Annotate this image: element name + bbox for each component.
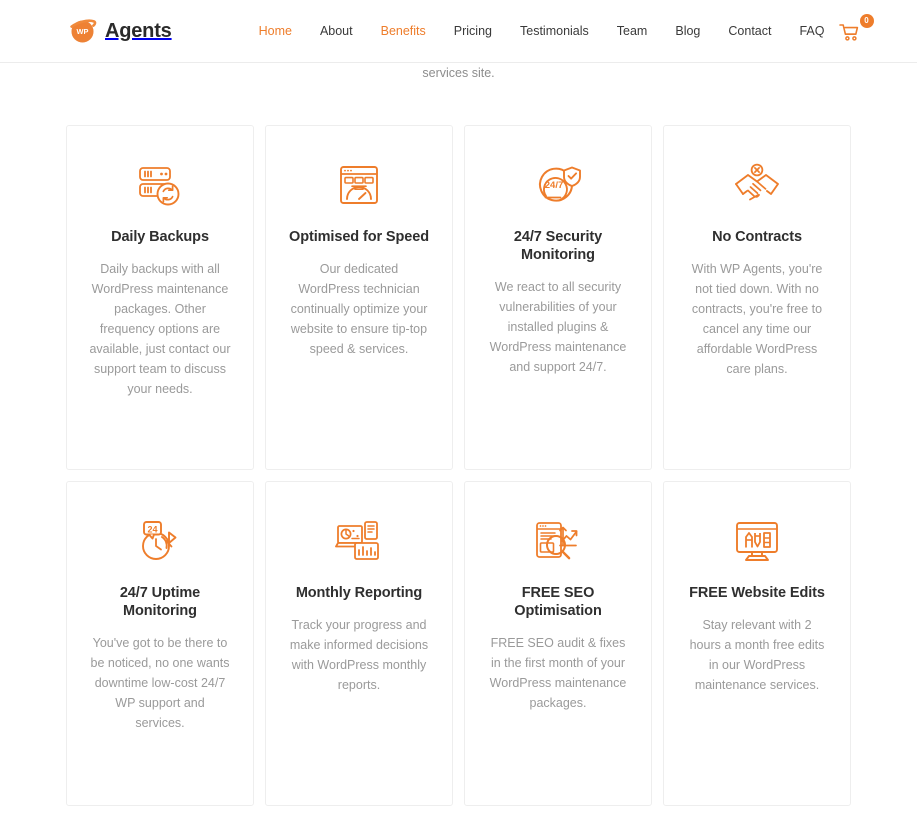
security-247-shield-icon: 24/7 — [532, 160, 584, 212]
nav-item-about[interactable]: About — [306, 25, 367, 38]
intro-section: services site. — [0, 63, 917, 125]
handshake-no-contract-icon — [731, 160, 783, 212]
main-navigation: Home About Benefits Pricing Testimonials… — [245, 25, 839, 38]
browser-speed-gauge-icon — [333, 160, 385, 212]
monitor-website-edit-icon — [731, 516, 783, 568]
nav-item-contact[interactable]: Contact — [714, 25, 785, 38]
nav-item-home[interactable]: Home — [245, 25, 306, 38]
feature-card-free-website-edits[interactable]: FREE Website Edits Stay relevant with 2 … — [663, 481, 851, 806]
feature-title: 24/7 Uptime Monitoring — [119, 585, 201, 619]
nav-item-pricing[interactable]: Pricing — [440, 25, 506, 38]
feature-title: FREE Website Edits — [689, 585, 825, 601]
nav-item-testimonials[interactable]: Testimonials — [506, 25, 603, 38]
nav-item-benefits[interactable]: Benefits — [367, 25, 440, 38]
feature-description: Stay relevant with 2 hours a month free … — [689, 618, 825, 692]
site-header: WP Agents Home About Benefits Pricing Te… — [0, 0, 917, 63]
feature-card-uptime-monitoring[interactable]: 24 24/7 Uptime Monitoring You've got to … — [66, 481, 254, 806]
feature-card-optimised-for-speed[interactable]: Optimised for Speed Our dedicated WordPr… — [265, 125, 453, 470]
feature-description: Our dedicated WordPress technician conti… — [290, 262, 428, 356]
feature-description: We react to all security vulnerabilities… — [489, 280, 627, 374]
uptime-24-clock-icon: 24 — [134, 516, 186, 568]
feature-description: With WP Agents, you're not tied down. Wi… — [691, 262, 823, 376]
nav-item-faq[interactable]: FAQ — [785, 25, 838, 38]
feature-description: FREE SEO audit & fixes in the first mont… — [489, 636, 627, 710]
feature-title: No Contracts — [712, 229, 802, 245]
feature-card-monthly-reporting[interactable]: Monthly Reporting Track your progress an… — [265, 481, 453, 806]
feature-card-daily-backups[interactable]: Daily Backups Daily backups with all Wor… — [66, 125, 254, 470]
feature-description: Track your progress and make informed de… — [289, 618, 429, 692]
feature-description: Daily backups with all WordPress mainten… — [89, 262, 231, 396]
brand-name: Agents — [105, 20, 172, 42]
wp-planet-logo-icon: WP — [68, 16, 98, 46]
brand-logo-link[interactable]: WP Agents — [68, 16, 172, 46]
feature-description: You've got to be there to be noticed, no… — [90, 636, 230, 730]
seo-magnifier-growth-icon — [532, 516, 584, 568]
feature-card-security-monitoring[interactable]: 24/7 24/7 Security Monitoring We react t… — [464, 125, 652, 470]
feature-card-free-seo[interactable]: FREE SEO Optimisation FREE SEO audit & f… — [464, 481, 652, 806]
feature-row-2: 24 24/7 Uptime Monitoring You've got to … — [66, 481, 851, 806]
intro-paragraph: services site. — [422, 66, 495, 80]
feature-row-1: Daily Backups Daily backups with all Wor… — [66, 125, 851, 470]
feature-title: 24/7 Security Monitoring — [513, 229, 603, 263]
nav-item-blog[interactable]: Blog — [661, 25, 714, 38]
nav-item-team[interactable]: Team — [603, 25, 662, 38]
svg-text:24/7: 24/7 — [545, 180, 564, 191]
server-backup-icon — [134, 160, 186, 212]
monthly-report-chart-icon — [333, 516, 385, 568]
feature-title: Optimised for Speed — [289, 229, 429, 245]
svg-text:WP: WP — [77, 27, 89, 36]
cart-count-badge: 0 — [859, 14, 874, 28]
feature-title: Monthly Reporting — [295, 585, 423, 601]
feature-title: Daily Backups — [111, 229, 209, 245]
feature-title: FREE SEO Optimisation — [514, 585, 602, 619]
features-section: Daily Backups Daily backups with all Wor… — [0, 125, 917, 806]
svg-text:24: 24 — [147, 524, 157, 534]
feature-card-no-contracts[interactable]: No Contracts With WP Agents, you're not … — [663, 125, 851, 470]
cart-button[interactable]: 0 — [838, 14, 874, 46]
